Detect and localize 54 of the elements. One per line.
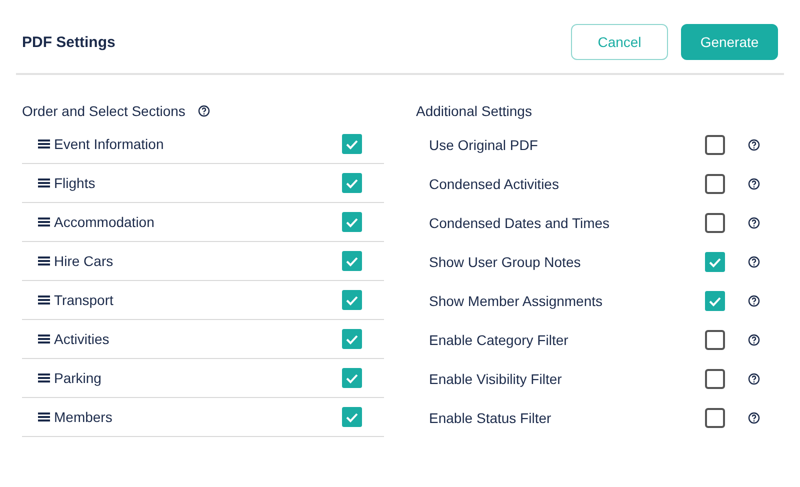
section-label: Hire Cars <box>54 253 114 269</box>
drag-handle-icon[interactable] <box>38 373 50 383</box>
checkbox[interactable] <box>705 330 725 350</box>
checkbox[interactable] <box>705 368 725 388</box>
section-heading: Order and Select Sections <box>22 103 186 119</box>
help-icon[interactable] <box>748 138 760 150</box>
section-label: Parking <box>54 370 102 386</box>
checkbox[interactable] <box>342 368 362 388</box>
setting-label: Enable Category Filter <box>429 332 570 348</box>
drag-handle-icon[interactable] <box>38 256 50 266</box>
checkbox[interactable] <box>342 407 362 427</box>
drag-handle-icon[interactable] <box>38 139 50 149</box>
drag-handle-icon[interactable] <box>38 178 50 188</box>
drag-handle-icon[interactable] <box>38 412 50 422</box>
help-icon[interactable] <box>748 372 760 384</box>
setting-label: Show Member Assignments <box>429 292 604 308</box>
section-label: Accommodation <box>54 214 156 230</box>
setting-label: Condensed Activities <box>429 176 560 192</box>
checkbox[interactable] <box>705 134 725 154</box>
checkbox[interactable] <box>342 251 362 271</box>
checkbox[interactable] <box>705 174 725 194</box>
setting-label: Show User Group Notes <box>429 254 582 270</box>
cancel-button[interactable]: Cancel <box>571 24 668 60</box>
setting-label: Use Original PDF <box>429 136 539 152</box>
help-icon[interactable] <box>748 334 760 346</box>
checkbox[interactable] <box>705 252 725 272</box>
checkbox[interactable] <box>342 173 362 193</box>
generate-button[interactable]: Generate <box>681 24 778 60</box>
help-icon[interactable] <box>748 216 760 228</box>
checkbox[interactable] <box>342 329 362 349</box>
checkbox[interactable] <box>705 290 725 310</box>
section-label: Members <box>54 409 114 425</box>
help-icon[interactable] <box>198 105 210 117</box>
checkbox[interactable] <box>342 290 362 310</box>
page-title: PDF Settings <box>22 34 116 50</box>
checkbox[interactable] <box>705 212 725 232</box>
setting-label: Enable Visibility Filter <box>429 370 563 386</box>
help-icon[interactable] <box>748 178 760 190</box>
section-label: Activities <box>54 331 110 347</box>
help-icon[interactable] <box>748 412 760 424</box>
drag-handle-icon[interactable] <box>38 334 50 344</box>
help-icon[interactable] <box>748 294 760 306</box>
checkbox[interactable] <box>342 134 362 154</box>
checkbox[interactable] <box>342 212 362 232</box>
drag-handle-icon[interactable] <box>38 295 50 305</box>
checkbox[interactable] <box>705 408 725 428</box>
drag-handle-icon[interactable] <box>38 217 50 227</box>
setting-label: Condensed Dates and Times <box>429 214 611 230</box>
section-label: Transport <box>54 292 114 308</box>
section-label: Event Information <box>54 136 165 152</box>
help-icon[interactable] <box>748 256 760 268</box>
setting-label: Enable Status Filter <box>429 410 552 426</box>
section-heading: Additional Settings <box>416 103 532 119</box>
section-label: Flights <box>54 175 96 191</box>
